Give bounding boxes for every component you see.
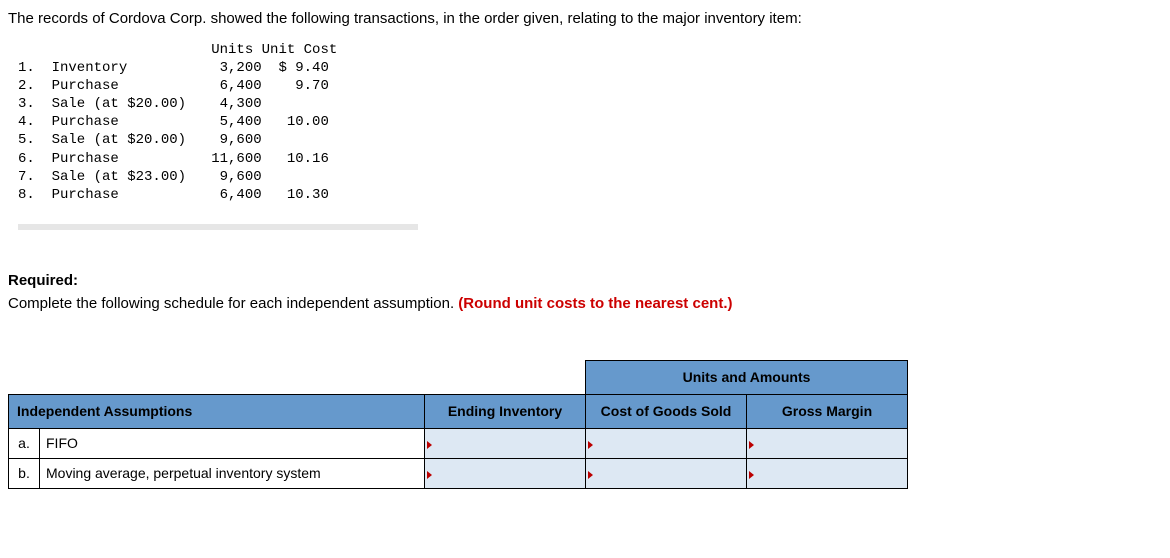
schedule-table: Units and Amounts Independent Assumption…	[8, 360, 908, 489]
header-spacer-2	[425, 361, 586, 395]
problem-intro: The records of Cordova Corp. showed the …	[8, 8, 1162, 31]
row-assumption: Moving average, perpetual inventory syst…	[40, 459, 425, 489]
table-row: a. FIFO	[9, 429, 908, 459]
required-section: Required: Complete the following schedul…	[8, 270, 1162, 315]
header-cogs: Cost of Goods Sold	[586, 395, 747, 429]
cogs-input-b[interactable]	[586, 459, 747, 489]
cogs-input-a[interactable]	[586, 429, 747, 459]
header-ending-inventory: Ending Inventory	[425, 395, 586, 429]
dropdown-icon	[588, 441, 593, 449]
dropdown-icon	[588, 471, 593, 479]
header-independent-assumptions: Independent Assumptions	[9, 395, 425, 429]
gross-margin-input-a[interactable]	[747, 429, 908, 459]
scrollbar-gutter	[18, 224, 418, 230]
row-assumption: FIFO	[40, 429, 425, 459]
row-letter: b.	[9, 459, 40, 489]
transactions-block: Units Unit Cost 1. Inventory 3,200 $ 9.4…	[18, 41, 1162, 205]
dropdown-icon	[749, 471, 754, 479]
required-instruction: (Round unit costs to the nearest cent.)	[458, 295, 732, 312]
header-spacer	[9, 361, 425, 395]
gross-margin-input-b[interactable]	[747, 459, 908, 489]
required-label: Required:	[8, 272, 78, 289]
header-gross-margin: Gross Margin	[747, 395, 908, 429]
dropdown-icon	[427, 471, 432, 479]
dropdown-icon	[427, 441, 432, 449]
ending-inventory-input-a[interactable]	[425, 429, 586, 459]
dropdown-icon	[749, 441, 754, 449]
table-row: b. Moving average, perpetual inventory s…	[9, 459, 908, 489]
header-units-amounts: Units and Amounts	[586, 361, 908, 395]
ending-inventory-input-b[interactable]	[425, 459, 586, 489]
row-letter: a.	[9, 429, 40, 459]
required-text: Complete the following schedule for each…	[8, 295, 458, 312]
